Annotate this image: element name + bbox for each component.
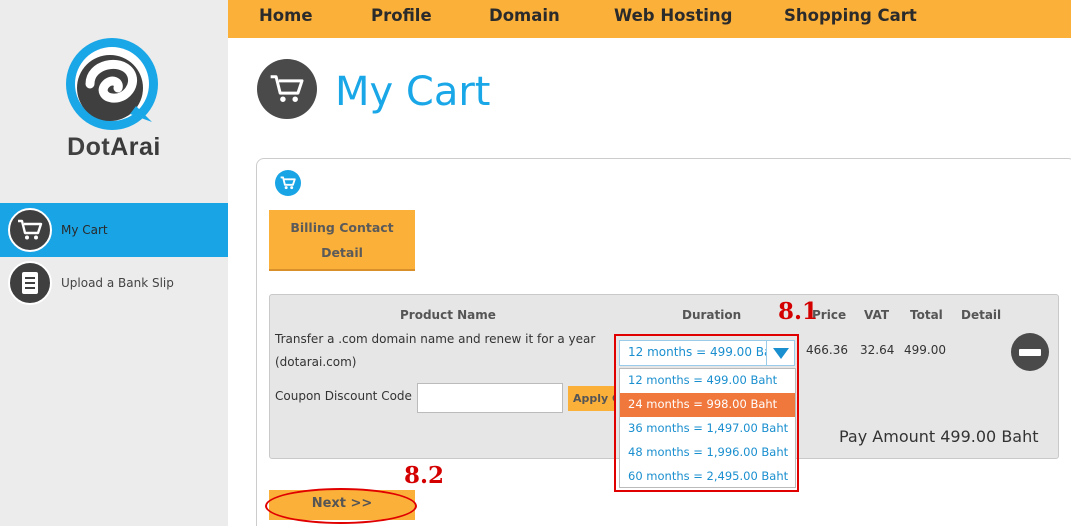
remove-item-button[interactable]	[1011, 333, 1049, 371]
nav-shopping-cart[interactable]: Shopping Cart	[784, 6, 917, 25]
cart-icon	[8, 208, 52, 252]
vat-value: 32.64	[860, 343, 895, 357]
sidebar: DotArai My Cart Upload a Bank Slip	[0, 0, 228, 526]
total-value: 499.00	[904, 343, 946, 357]
duration-option-24[interactable]: 24 months = 998.00 Baht	[620, 393, 795, 417]
chevron-down-icon[interactable]	[766, 341, 794, 365]
product-name: Transfer a .com domain name and renew it…	[275, 332, 596, 346]
next-button[interactable]: Next >>	[269, 490, 415, 520]
page-title: My Cart	[335, 69, 491, 115]
billing-button-line1: Billing Contact	[290, 220, 394, 235]
nav-home[interactable]: Home	[259, 6, 313, 25]
coupon-input[interactable]	[417, 383, 563, 413]
document-icon	[8, 261, 52, 305]
sidebar-item-label: My Cart	[61, 223, 108, 237]
annotation-8-2: 8.2	[404, 462, 445, 489]
sidebar-item-upload-bank-slip[interactable]: Upload a Bank Slip	[0, 256, 228, 310]
brand-name: DotArai	[67, 133, 161, 161]
header-duration: Duration	[682, 308, 742, 322]
duration-select[interactable]: 12 months = 499.00 Baht	[619, 340, 795, 366]
top-navigation: Home Profile Domain Web Hosting Shopping…	[228, 0, 1071, 38]
duration-option-60[interactable]: 60 months = 2,495.00 Baht	[620, 465, 795, 489]
cart-icon	[275, 170, 301, 196]
sidebar-item-label: Upload a Bank Slip	[61, 276, 174, 290]
pay-amount: Pay Amount 499.00 Baht	[839, 427, 1039, 446]
price-value: 466.36	[806, 343, 848, 357]
coupon-label: Coupon Discount Code :	[275, 389, 420, 403]
duration-option-48[interactable]: 48 months = 1,996.00 Baht	[620, 441, 795, 465]
header-total: Total	[910, 308, 943, 322]
header-detail: Detail	[961, 308, 1002, 322]
header-vat: VAT	[864, 308, 890, 322]
billing-contact-detail-button[interactable]: Billing Contact Detail	[269, 210, 415, 271]
header-product-name: Product Name	[400, 308, 496, 322]
dotarai-logo-icon	[66, 38, 158, 130]
duration-selected-value: 12 months = 499.00 Baht	[628, 345, 784, 359]
nav-web-hosting[interactable]: Web Hosting	[614, 6, 732, 25]
nav-profile[interactable]: Profile	[371, 6, 432, 25]
duration-option-12[interactable]: 12 months = 499.00 Baht	[620, 369, 795, 393]
duration-options-list: 12 months = 499.00 Baht 24 months = 998.…	[619, 368, 796, 488]
minus-icon	[1019, 348, 1041, 356]
billing-button-line2: Detail	[321, 245, 363, 260]
cart-icon	[257, 59, 317, 119]
nav-domain[interactable]: Domain	[489, 6, 560, 25]
sidebar-item-my-cart[interactable]: My Cart	[0, 203, 228, 257]
duration-option-36[interactable]: 36 months = 1,497.00 Baht	[620, 417, 795, 441]
apply-coupon-button[interactable]: Apply Coupon	[568, 386, 614, 411]
annotation-8-1: 8.1	[778, 298, 819, 325]
product-domain: (dotarai.com)	[275, 355, 357, 369]
